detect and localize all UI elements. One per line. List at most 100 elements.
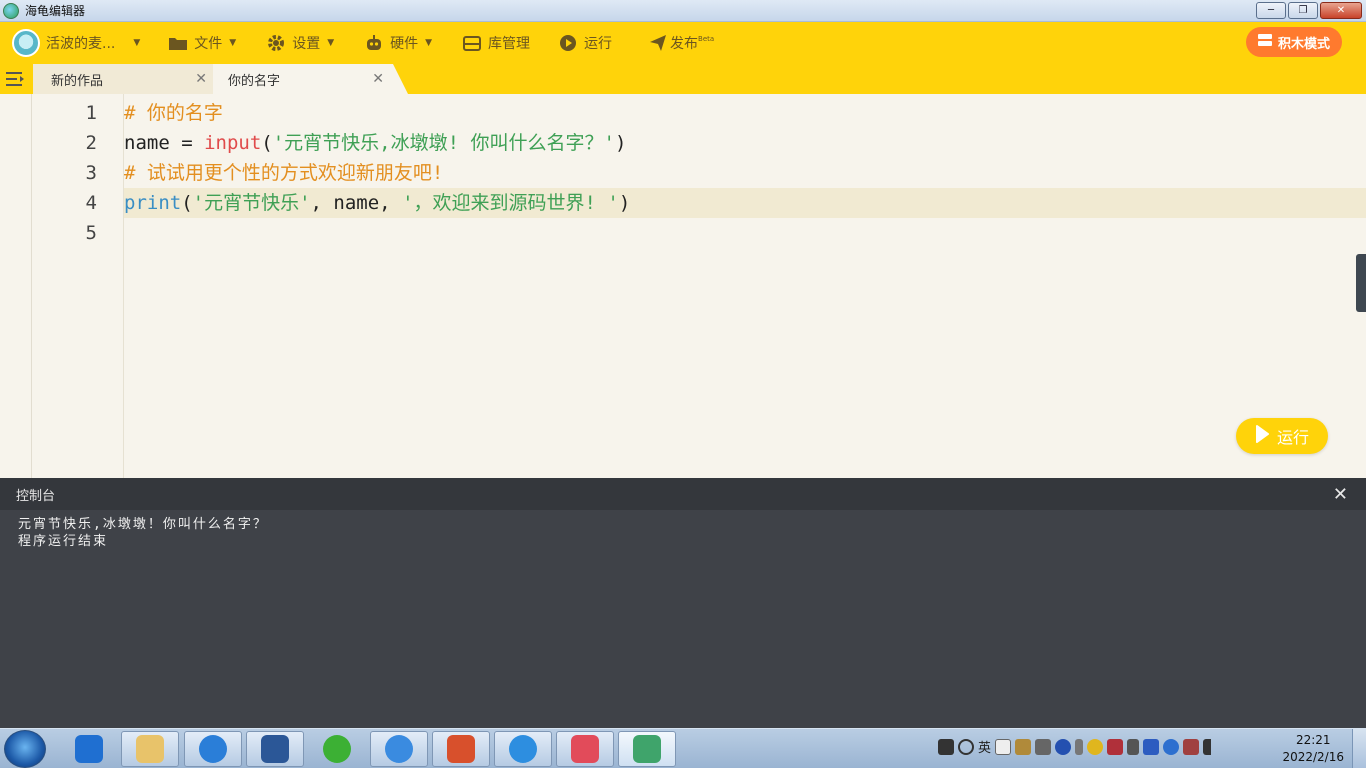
paper-plane-icon — [648, 33, 668, 53]
console-line: 元宵节快乐,冰墩墩！你叫什么名字？ — [18, 517, 268, 532]
code-comment: # 你的名字 — [124, 102, 223, 124]
keyboard-icon[interactable] — [1035, 738, 1052, 755]
clock-time: 22:21 — [1295, 733, 1331, 747]
code-line[interactable]: # 试试用更个性的方式欢迎新朋友吧! — [124, 158, 1366, 188]
chevron-down-icon: ▼ — [229, 38, 237, 48]
play-icon — [1255, 425, 1269, 447]
minimize-button[interactable]: ─ — [1256, 2, 1286, 19]
sogou-browser-icon — [385, 735, 413, 763]
code-text: ( — [261, 132, 273, 154]
ime-indicator[interactable]: 英 — [978, 737, 991, 756]
start-button[interactable] — [4, 730, 46, 768]
help-icon[interactable] — [1055, 738, 1072, 755]
console-header: 控制台 ✕ — [0, 478, 1366, 510]
close-icon[interactable]: ✕ — [1333, 484, 1348, 505]
code-function: print — [124, 192, 182, 214]
avatar — [12, 29, 40, 57]
show-desktop-button[interactable] — [1352, 729, 1366, 768]
settings-icon[interactable] — [1075, 738, 1084, 755]
signal-icon[interactable] — [1203, 738, 1220, 755]
console-line: 程序运行结束 — [18, 534, 109, 549]
tray-app-icon[interactable] — [1015, 738, 1032, 755]
library-manager-label: 库管理 — [488, 36, 531, 52]
line-number: 3 — [85, 162, 97, 184]
taskbar-app[interactable] — [556, 731, 614, 767]
code-line[interactable]: name = input('元宵节快乐,冰墩墩! 你叫什么名字？') — [124, 128, 1366, 158]
code-text: ( — [181, 192, 193, 214]
hardware-menu-label: 硬件 — [390, 36, 419, 52]
library-manager-button[interactable]: 库管理 — [462, 28, 530, 58]
tab-new-work[interactable]: 新的作品 ✕ — [33, 64, 213, 94]
run-toolbar-button[interactable]: 运行 — [558, 28, 612, 58]
tray-app-icon[interactable] — [1087, 738, 1104, 755]
turtle-editor-icon — [633, 735, 661, 763]
block-icon[interactable] — [958, 738, 974, 755]
close-icon[interactable]: ✕ — [372, 71, 384, 87]
line-number: 2 — [85, 132, 97, 154]
block-mode-button[interactable]: 积木模式 — [1246, 27, 1342, 57]
taskbar-app[interactable] — [184, 731, 242, 767]
beta-badge: Beta — [698, 35, 715, 43]
line-number-gutter: 1 2 3 4 5 — [32, 94, 124, 478]
shield-icon[interactable] — [1143, 738, 1160, 755]
console-output[interactable]: 元宵节快乐,冰墩墩！你叫什么名字？ 程序运行结束 — [0, 510, 1366, 556]
code-string: '元宵节快乐' — [192, 192, 311, 214]
code-builtin: input — [204, 132, 262, 154]
taskbar: 英 22:21 2022/2/16 — [0, 728, 1366, 768]
publish-label: 发布 — [670, 36, 699, 52]
code-comment: # 试试用更个性的方式欢迎新朋友吧! — [124, 162, 444, 184]
code-text: ) — [614, 132, 627, 154]
user-menu[interactable]: 活波的麦... ▼ — [12, 28, 140, 58]
sogou-icon — [199, 735, 227, 763]
editor-side-strip — [0, 94, 32, 478]
tab-bar: 新的作品 ✕ 你的名字 ✕ — [0, 64, 1366, 94]
clock[interactable]: 22:21 2022/2/16 — [1282, 732, 1344, 766]
hardware-menu[interactable]: 硬件 ▼ — [364, 28, 432, 58]
punctuation-icon[interactable] — [995, 738, 1012, 755]
taskbar-app-active[interactable] — [618, 731, 676, 767]
play-icon — [558, 33, 578, 53]
taskbar-app[interactable] — [246, 731, 304, 767]
package-icon — [462, 33, 482, 53]
close-window-button[interactable]: ✕ — [1320, 2, 1362, 19]
clock-date: 2022/2/16 — [1282, 750, 1344, 764]
taskbar-app[interactable] — [432, 731, 490, 767]
blocks-icon — [1257, 34, 1272, 50]
tray-app-icon[interactable] — [1107, 738, 1124, 755]
side-panel-handle[interactable] — [1356, 254, 1366, 312]
file-menu-label: 文件 — [194, 36, 223, 52]
block-mode-label: 积木模式 — [1277, 36, 1330, 52]
volume-icon[interactable] — [1127, 738, 1140, 755]
user-name: 活波的麦... — [46, 36, 116, 52]
word-icon — [261, 735, 289, 763]
run-button[interactable]: 运行 — [1236, 418, 1328, 454]
internet-explorer-icon — [509, 735, 537, 763]
network-icon[interactable] — [1183, 738, 1200, 755]
file-menu[interactable]: 文件 ▼ — [168, 28, 236, 58]
gear-icon — [266, 33, 286, 53]
code-text: ) — [618, 192, 631, 214]
code-line[interactable]: # 你的名字 — [124, 98, 1366, 128]
robot-icon — [364, 33, 384, 53]
mascot-app-icon — [571, 735, 599, 763]
code-editor[interactable]: 1 2 3 4 5 # 你的名字 name = input('元宵节快乐,冰墩墩… — [0, 94, 1366, 478]
taskbar-app[interactable] — [60, 731, 118, 767]
tab-label: 新的作品 — [51, 73, 104, 89]
publish-button[interactable]: 发布 Beta — [648, 28, 714, 58]
taskbar-app[interactable] — [494, 731, 552, 767]
qr-icon[interactable] — [938, 738, 954, 755]
tab-your-name[interactable]: 你的名字 ✕ — [213, 64, 408, 94]
menu-toggle-icon[interactable] — [6, 71, 26, 87]
code-line[interactable] — [124, 218, 1366, 248]
restore-button[interactable]: ❐ — [1288, 2, 1318, 19]
taskbar-app[interactable] — [308, 731, 366, 767]
sync-icon[interactable] — [1163, 738, 1180, 755]
close-icon[interactable]: ✕ — [195, 71, 207, 87]
line-number: 4 — [85, 192, 97, 214]
settings-menu[interactable]: 设置 ▼ — [266, 28, 334, 58]
taskbar-app[interactable] — [121, 731, 179, 767]
taskbar-app[interactable] — [370, 731, 428, 767]
code-area[interactable]: # 你的名字 name = input('元宵节快乐,冰墩墩! 你叫什么名字？'… — [124, 98, 1366, 248]
code-line-active[interactable]: print('元宵节快乐', name, '，欢迎来到源码世界! ') — [124, 188, 1366, 218]
chevron-down-icon: ▼ — [327, 38, 335, 48]
